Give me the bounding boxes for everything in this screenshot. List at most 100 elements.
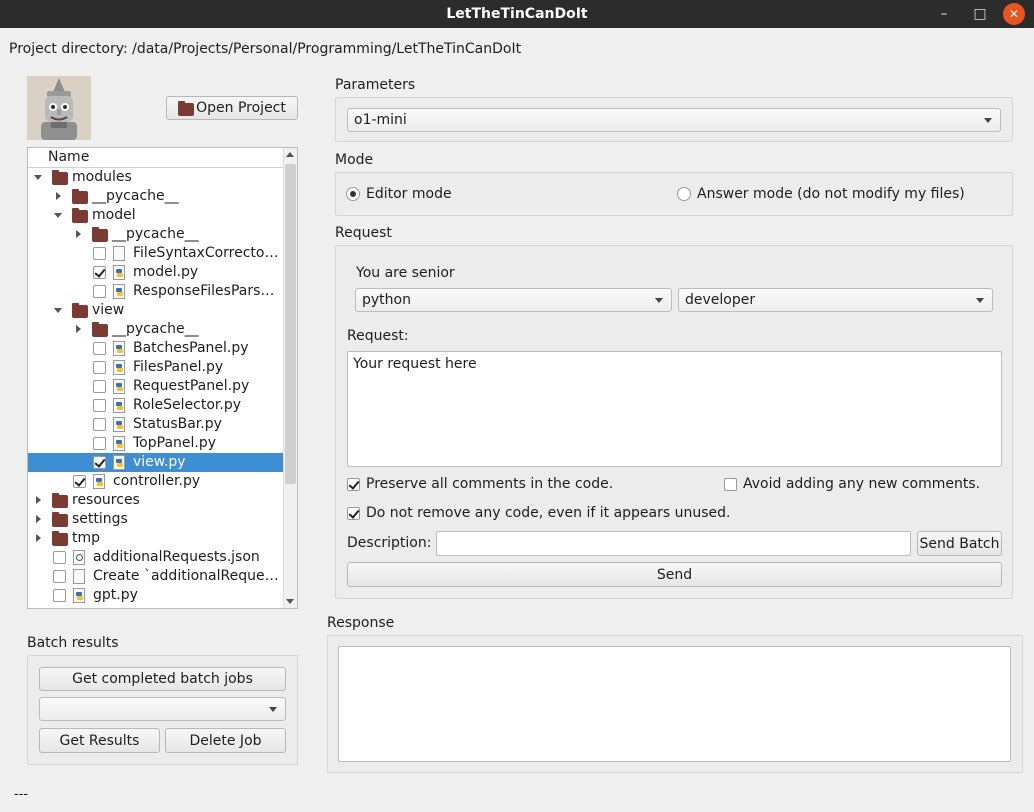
editor-mode-radio[interactable]: Editor mode xyxy=(346,186,452,202)
tree-row[interactable]: __pycache__ xyxy=(28,320,284,339)
chevron-down-icon[interactable] xyxy=(54,308,62,313)
tree-row[interactable]: BatchesPanel.py xyxy=(28,339,284,358)
checkbox-checked-icon[interactable] xyxy=(93,266,106,279)
status-bar-text: --- xyxy=(14,787,29,802)
checkbox-checked-icon[interactable] xyxy=(347,506,360,520)
tree-row[interactable]: RequestPanel.py xyxy=(28,377,284,396)
tree-row-label: modules xyxy=(72,169,132,185)
checkbox-unchecked-icon[interactable] xyxy=(93,342,106,355)
checkbox-unchecked-icon[interactable] xyxy=(53,589,66,602)
tree-row-label: __pycache__ xyxy=(112,226,199,242)
tree-row[interactable]: model xyxy=(28,206,284,225)
chevron-down-icon[interactable] xyxy=(34,175,42,180)
request-textarea[interactable]: Your request here xyxy=(347,351,1002,467)
response-textarea[interactable] xyxy=(338,646,1011,762)
checkbox-unchecked-icon[interactable] xyxy=(93,380,106,393)
checkbox-unchecked-icon[interactable] xyxy=(93,437,106,450)
send-button[interactable]: Send xyxy=(347,562,1002,587)
maximize-icon[interactable]: □ xyxy=(969,3,991,25)
batch-job-select[interactable] xyxy=(39,697,286,721)
tree-row[interactable]: gpt.py xyxy=(28,586,284,605)
checkbox-unchecked-icon[interactable] xyxy=(93,399,106,412)
chevron-right-icon[interactable] xyxy=(36,534,41,542)
file-icon xyxy=(73,569,85,584)
tree-row[interactable]: tmp xyxy=(28,529,284,548)
python-file-icon xyxy=(113,341,125,356)
chevron-right-icon[interactable] xyxy=(76,325,81,333)
language-select[interactable]: python xyxy=(355,288,672,312)
role-select[interactable]: developer xyxy=(678,288,993,312)
checkbox-checked-icon[interactable] xyxy=(93,456,106,469)
preserve-comments-checkbox[interactable]: Preserve all comments in the code. xyxy=(347,476,613,492)
checkbox-unchecked-icon[interactable] xyxy=(93,418,106,431)
tree-row-label: StatusBar.py xyxy=(133,416,222,432)
get-results-button[interactable]: Get Results xyxy=(39,728,160,753)
python-file-icon xyxy=(113,455,125,470)
scroll-down-icon[interactable] xyxy=(286,599,294,604)
tree-row[interactable]: TopPanel.py xyxy=(28,434,284,453)
checkbox-checked-icon[interactable] xyxy=(347,477,360,491)
tree-row[interactable]: __pycache__ xyxy=(28,187,284,206)
tree-row[interactable]: FileSyntaxCorrecto… xyxy=(28,244,284,263)
tree-row[interactable]: Create `additionalReque… xyxy=(28,567,284,586)
tree-row[interactable]: __pycache__ xyxy=(28,225,284,244)
tree-row[interactable]: controller.py xyxy=(28,472,284,491)
tree-row[interactable]: model.py xyxy=(28,263,284,282)
tree-row[interactable]: view.py xyxy=(28,453,284,472)
radio-unchecked-icon[interactable] xyxy=(677,187,691,201)
folder-icon xyxy=(72,189,88,204)
get-completed-batch-jobs-button[interactable]: Get completed batch jobs xyxy=(39,667,286,691)
python-file-icon xyxy=(113,379,125,394)
chevron-right-icon[interactable] xyxy=(36,496,41,504)
file-tree[interactable]: Name modules __pycache__ model __pycache__ F… xyxy=(27,147,298,609)
description-input[interactable] xyxy=(436,531,911,556)
preserve-comments-label: Preserve all comments in the code. xyxy=(366,476,614,492)
chevron-right-icon[interactable] xyxy=(36,515,41,523)
tree-scrollbar[interactable] xyxy=(283,148,297,608)
tree-header-name[interactable]: Name xyxy=(28,148,284,168)
scroll-thumb[interactable] xyxy=(285,164,296,484)
chevron-right-icon[interactable] xyxy=(56,192,61,200)
tree-row[interactable]: FilesPanel.py xyxy=(28,358,284,377)
checkbox-checked-icon[interactable] xyxy=(73,475,86,488)
tree-row[interactable]: resources xyxy=(28,491,284,510)
tree-row[interactable]: modules xyxy=(28,168,284,187)
tree-row-label: view xyxy=(92,302,125,318)
tree-row[interactable]: RoleSelector.py xyxy=(28,396,284,415)
folder-icon xyxy=(52,493,68,508)
open-project-button[interactable]: Open Project xyxy=(166,96,298,120)
scroll-up-icon[interactable] xyxy=(286,152,294,157)
window-title: LetTheTinCanDoIt xyxy=(446,6,588,22)
checkbox-unchecked-icon[interactable] xyxy=(93,247,106,260)
checkbox-unchecked-icon[interactable] xyxy=(724,477,737,491)
tree-row-label: additionalRequests.json xyxy=(93,549,260,565)
tree-row-label: FileSyntaxCorrecto… xyxy=(133,245,279,261)
close-icon[interactable]: ✕ xyxy=(1003,3,1025,25)
no-remove-code-checkbox[interactable]: Do not remove any code, even if it appea… xyxy=(347,505,730,521)
chevron-down-icon xyxy=(269,707,277,712)
checkbox-unchecked-icon[interactable] xyxy=(93,285,106,298)
answer-mode-label: Answer mode (do not modify my files) xyxy=(697,186,965,202)
model-select[interactable]: o1-mini xyxy=(347,108,1001,132)
tree-row[interactable]: view xyxy=(28,301,284,320)
tree-row-label: BatchesPanel.py xyxy=(133,340,249,356)
delete-job-button[interactable]: Delete Job xyxy=(165,728,286,753)
tree-row[interactable]: settings xyxy=(28,510,284,529)
send-batch-button[interactable]: Send Batch xyxy=(917,531,1002,556)
answer-mode-radio[interactable]: Answer mode (do not modify my files) xyxy=(677,186,965,202)
role-select-value: developer xyxy=(685,292,756,308)
avoid-comments-checkbox[interactable]: Avoid adding any new comments. xyxy=(724,476,980,492)
radio-checked-icon[interactable] xyxy=(346,187,360,201)
checkbox-unchecked-icon[interactable] xyxy=(93,361,106,374)
checkbox-unchecked-icon[interactable] xyxy=(53,570,66,583)
tree-row[interactable]: additionalRequests.json xyxy=(28,548,284,567)
chevron-down-icon[interactable] xyxy=(54,213,62,218)
tree-row[interactable]: StatusBar.py xyxy=(28,415,284,434)
tree-row[interactable]: ResponseFilesPars… xyxy=(28,282,284,301)
chevron-right-icon[interactable] xyxy=(76,230,81,238)
tree-row-label: __pycache__ xyxy=(112,321,199,337)
python-file-icon xyxy=(113,417,125,432)
checkbox-unchecked-icon[interactable] xyxy=(53,551,66,564)
python-file-icon xyxy=(113,360,125,375)
minimize-icon[interactable]: – xyxy=(933,3,955,25)
